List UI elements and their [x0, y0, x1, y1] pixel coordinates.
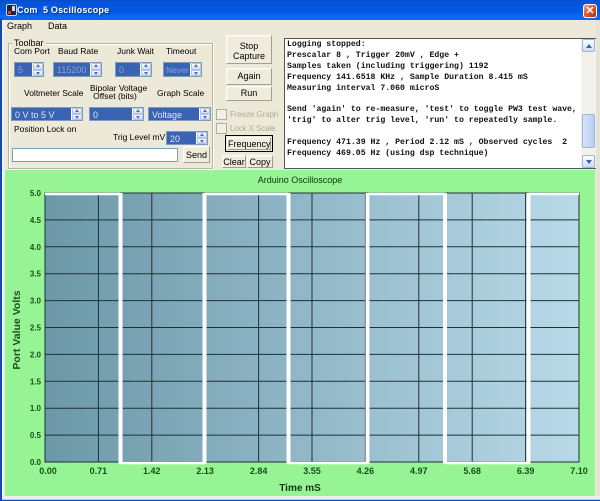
svg-text:0.00: 0.00: [39, 466, 57, 476]
svg-text:3.0: 3.0: [30, 297, 42, 306]
svg-text:0.71: 0.71: [90, 466, 108, 476]
svg-text:Port Value Volts: Port Value Volts: [11, 290, 23, 369]
svg-text:1.0: 1.0: [30, 404, 42, 413]
svg-text:3.55: 3.55: [303, 466, 321, 476]
svg-text:3.5: 3.5: [30, 270, 42, 279]
svg-text:5.0: 5.0: [30, 189, 42, 198]
svg-text:4.97: 4.97: [410, 466, 428, 476]
svg-text:1.42: 1.42: [143, 466, 161, 476]
svg-text:4.0: 4.0: [30, 243, 42, 252]
svg-text:2.5: 2.5: [30, 324, 42, 333]
svg-text:Arduino Oscilloscope: Arduino Oscilloscope: [258, 175, 343, 185]
svg-text:2.13: 2.13: [196, 466, 214, 476]
svg-text:6.39: 6.39: [517, 466, 535, 476]
svg-text:1.5: 1.5: [30, 377, 42, 386]
svg-text:2.0: 2.0: [30, 350, 42, 359]
svg-text:5.68: 5.68: [463, 466, 481, 476]
svg-text:2.84: 2.84: [250, 466, 268, 476]
svg-text:4.26: 4.26: [357, 466, 375, 476]
svg-text:4.5: 4.5: [30, 216, 42, 225]
svg-text:7.10: 7.10: [570, 466, 588, 476]
svg-text:Time mS: Time mS: [279, 483, 321, 494]
svg-text:0.5: 0.5: [30, 431, 42, 440]
